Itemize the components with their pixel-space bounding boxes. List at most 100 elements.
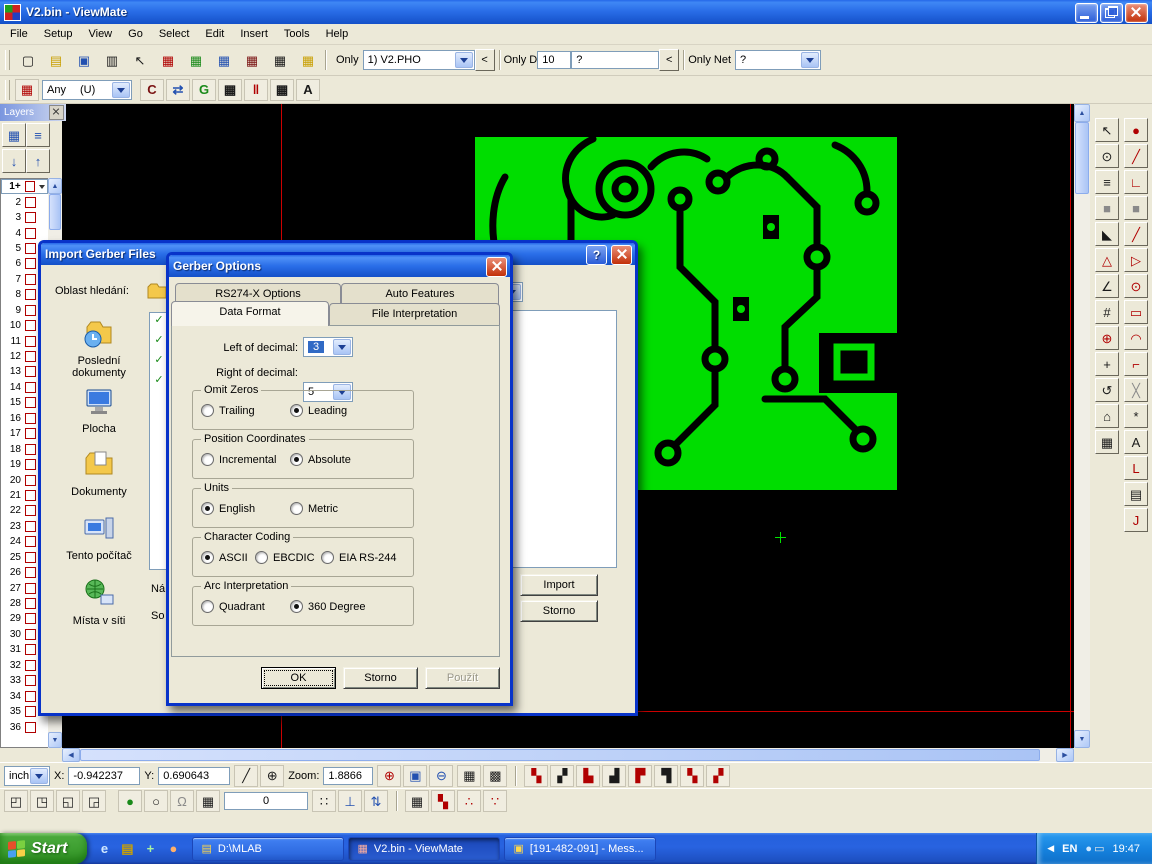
previous-dcode-button[interactable]: < — [659, 49, 679, 71]
net-select-combo[interactable]: ? — [735, 50, 821, 70]
letter-a-button[interactable]: A — [296, 79, 320, 101]
layer-select-combo[interactable]: 1) V2.PHO — [363, 50, 475, 70]
fill-tool-icon[interactable]: ▤ — [1124, 482, 1148, 506]
taskbar-task-button[interactable]: ▦ V2.bin - ViewMate — [348, 837, 500, 861]
layer-row[interactable]: 36 — [1, 719, 48, 734]
layer-up-icon[interactable]: ↑ — [26, 149, 50, 173]
grid-step-field[interactable]: 0 — [224, 792, 308, 810]
circle-select-icon[interactable]: ○ — [144, 790, 168, 812]
horizontal-scroll-thumb[interactable] — [80, 749, 1040, 761]
scroll-up-button[interactable]: ▲ — [1074, 104, 1090, 122]
scroll-up-button[interactable]: ▲ — [48, 178, 62, 194]
draw-point-icon[interactable]: ● — [1124, 118, 1148, 142]
zoom-field[interactable]: 1.8866 — [323, 767, 373, 785]
snap-indicator-icon[interactable]: ● — [118, 790, 142, 812]
messenger-tray-icon[interactable]: ● — [1085, 843, 1092, 855]
pad-mode-icon-3[interactable]: ▚ — [680, 765, 704, 787]
radio-ascii[interactable]: ASCII — [201, 551, 248, 564]
layers-panel-header[interactable]: Layers — [0, 104, 66, 121]
draw-rect-icon[interactable]: ▭ — [1124, 300, 1148, 324]
ie-quick-icon[interactable]: e — [95, 840, 113, 858]
swap-vertical-icon[interactable]: ⇅ — [364, 790, 388, 812]
layer-list-icon[interactable]: ≡ — [1095, 170, 1119, 194]
table-small-icon-2[interactable]: ▦ — [270, 79, 294, 101]
radio-leading[interactable]: Leading — [290, 404, 347, 417]
trace-mode-icon-1[interactable]: ▚ — [524, 765, 548, 787]
letter-l-tool-icon[interactable]: L — [1124, 456, 1148, 480]
unit-combo[interactable]: inch — [4, 766, 50, 786]
menu-item[interactable]: Select — [151, 25, 198, 43]
language-indicator[interactable]: EN — [1062, 843, 1077, 855]
layer-down-icon[interactable]: ↓ — [2, 149, 26, 173]
folders-quick-icon[interactable]: ▤ — [118, 840, 136, 858]
macro-table-icon[interactable]: ▦ — [295, 47, 321, 73]
apertures-icon[interactable]: ▦ — [15, 79, 39, 101]
dcode-table-icon[interactable]: ▦ — [183, 47, 209, 73]
previous-layer-button[interactable]: < — [475, 49, 495, 71]
import-button[interactable]: Import — [520, 574, 598, 596]
file-list-right[interactable] — [505, 310, 617, 568]
taskbar-task-button[interactable]: ▣ [191-482-091] - Mess... — [504, 837, 656, 861]
bars-icon[interactable]: ‖ — [244, 79, 268, 101]
ok-button[interactable]: OK — [261, 667, 336, 689]
close-button[interactable] — [1125, 3, 1148, 23]
close-icon[interactable] — [49, 105, 64, 120]
place-my-computer[interactable]: Tento počítač — [51, 512, 147, 562]
zoom-out-icon[interactable]: ⊖ — [429, 765, 453, 787]
place-network[interactable]: Místa v síti — [51, 577, 147, 627]
chevron-down-icon[interactable] — [30, 768, 48, 784]
radio-eia-rs244[interactable]: EIA RS-244 — [321, 551, 396, 564]
menu-item[interactable]: Tools — [276, 25, 318, 43]
letter-c-button[interactable]: C — [140, 79, 164, 101]
menu-item[interactable]: View — [80, 25, 120, 43]
chevron-down-icon[interactable] — [112, 82, 130, 98]
layer-row[interactable]: 3 — [1, 210, 48, 225]
new-file-icon[interactable]: ▢ — [15, 47, 41, 73]
radio-incremental[interactable]: Incremental — [201, 453, 276, 466]
cancel-button[interactable]: Storno — [343, 667, 418, 689]
chevron-down-icon[interactable] — [333, 339, 351, 355]
y-coordinate-field[interactable]: 0.690643 — [158, 767, 230, 785]
hatch-icon[interactable]: # — [1095, 300, 1119, 324]
scroll-left-button[interactable]: ◀ — [62, 748, 80, 762]
print-icon[interactable]: ▥ — [99, 47, 125, 73]
canvas-horizontal-scrollbar[interactable]: ◀ ▶ — [62, 748, 1074, 762]
home-view-icon[interactable]: ⌂ — [1095, 404, 1119, 428]
menu-item[interactable]: Setup — [36, 25, 81, 43]
radio-metric[interactable]: Metric — [290, 502, 338, 515]
dcode-filter-field[interactable]: ? — [571, 51, 659, 69]
restore-button[interactable] — [1100, 3, 1123, 23]
origin-target-icon[interactable]: ⊕ — [260, 765, 284, 787]
menu-item[interactable]: Help — [318, 25, 357, 43]
hide-icons-chevron[interactable]: ◀ — [1047, 843, 1054, 854]
help-pointer-icon[interactable]: ↖ — [127, 47, 153, 73]
corner-br-icon[interactable]: ◲ — [82, 790, 106, 812]
crosshair-icon[interactable]: + — [1095, 352, 1119, 376]
filled-pad-icon[interactable]: ■ — [1095, 196, 1119, 220]
radio-quadrant[interactable]: Quadrant — [201, 600, 265, 613]
tab-file-interpretation[interactable]: File Interpretation — [329, 303, 500, 325]
radio-ebcdic[interactable]: EBCDIC — [255, 551, 315, 564]
undo-icon[interactable]: ↺ — [1095, 378, 1119, 402]
draw-circle-icon[interactable]: ⊙ — [1124, 274, 1148, 298]
layers-scroll-thumb[interactable] — [49, 194, 61, 230]
radio-english[interactable]: English — [201, 502, 255, 515]
pad-mode-icon-4[interactable]: ▞ — [706, 765, 730, 787]
trace-mode-icon-4[interactable]: ▟ — [602, 765, 626, 787]
close-button[interactable] — [611, 245, 632, 265]
start-button[interactable]: Start — [0, 833, 87, 864]
draw-corner-icon[interactable]: ⌐ — [1124, 352, 1148, 376]
menu-item[interactable]: File — [2, 25, 36, 43]
layer-stack-icon[interactable]: ≡ — [26, 123, 50, 147]
shield-quick-icon[interactable]: + — [141, 840, 159, 858]
report-table-icon[interactable]: ▦ — [267, 47, 293, 73]
zoom-window-icon[interactable]: ▣ — [403, 765, 427, 787]
grid-toggle-icon[interactable]: ▦ — [457, 765, 481, 787]
tab-auto-features[interactable]: Auto Features — [341, 283, 499, 305]
draw-arrow-icon[interactable]: ▷ — [1124, 248, 1148, 272]
menu-item[interactable]: Go — [120, 25, 151, 43]
trace-mode-icon-3[interactable]: ▙ — [576, 765, 600, 787]
tool-table-icon[interactable]: ▦ — [211, 47, 237, 73]
pad-mode-icon-2[interactable]: ▜ — [654, 765, 678, 787]
scroll-down-button[interactable]: ▼ — [48, 732, 62, 748]
